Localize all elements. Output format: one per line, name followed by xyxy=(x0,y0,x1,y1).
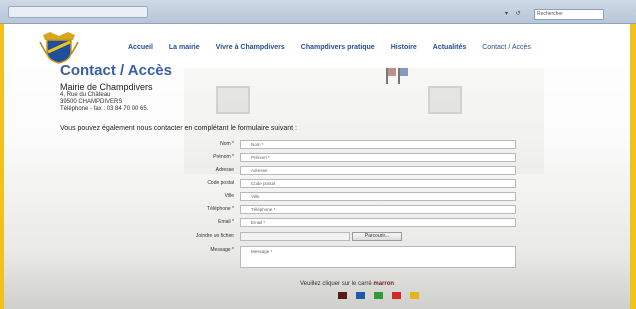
form-row-nom: Nom * Nom * xyxy=(4,140,630,151)
field-label: Adresse xyxy=(215,167,234,173)
file-path-field[interactable] xyxy=(240,232,350,241)
form-row-email: Email * Email * xyxy=(4,218,630,229)
coat-of-arms-icon[interactable] xyxy=(38,30,80,64)
form-row-adresse: Adresse Adresse xyxy=(4,166,630,177)
field-label: Email * xyxy=(218,219,234,225)
flag-icon xyxy=(386,66,396,84)
phone-line: Téléphone - fax : 03 84 70 00 65. xyxy=(60,106,149,112)
message-textarea[interactable]: Message * xyxy=(240,246,516,268)
captcha-swatch[interactable] xyxy=(338,292,347,299)
field-label: Nom * xyxy=(220,141,234,147)
captcha-swatches xyxy=(338,292,419,299)
nav-histoire[interactable]: Histoire xyxy=(391,44,417,56)
email-input[interactable]: Email * xyxy=(240,218,516,227)
captcha-swatch[interactable] xyxy=(410,292,419,299)
field-label: Code postal xyxy=(207,180,234,186)
nav-pratique[interactable]: Champdivers pratique xyxy=(301,44,375,56)
captcha-instruction: Veuillez cliquer sur le carré marron xyxy=(300,281,394,287)
nav-accueil[interactable]: Accueil xyxy=(128,44,153,56)
browser-tab[interactable] xyxy=(8,6,148,18)
form-row-file: Joindre un fichier Parcourir... xyxy=(4,232,630,243)
nav-actualites[interactable]: Actualités xyxy=(433,44,466,56)
captcha-color-word: marron xyxy=(373,281,395,287)
address-line: 39500 CHAMPDIVERS xyxy=(60,99,123,105)
nom-input[interactable]: Nom * xyxy=(240,140,516,149)
captcha-swatch[interactable] xyxy=(374,292,383,299)
background-window xyxy=(428,86,462,114)
ville-input[interactable]: Ville xyxy=(240,192,516,201)
nav-contact[interactable]: Contact / Accès xyxy=(482,44,531,56)
main-nav: Accueil La mairie Vivre à Champdivers Ch… xyxy=(128,44,531,56)
flag-icon xyxy=(398,66,408,84)
form-intro: Vous pouvez également nous contacter en … xyxy=(60,125,297,132)
browser-search-input[interactable]: Rechercher xyxy=(534,9,604,20)
background-window xyxy=(216,86,250,114)
browser-chrome: ▾ ↺ Rechercher xyxy=(0,0,636,24)
form-row-code-postal: Code postal Code postal xyxy=(4,179,630,190)
field-label: Joindre un fichier xyxy=(195,233,234,239)
prenom-input[interactable]: Prénom * xyxy=(240,153,516,162)
field-label: Téléphone * xyxy=(207,206,234,212)
page-title: Contact / Accès xyxy=(60,62,172,79)
browse-button[interactable]: Parcourir... xyxy=(352,232,402,241)
form-row-message: Message * Message * xyxy=(4,246,630,268)
page: Accueil La mairie Vivre à Champdivers Ch… xyxy=(4,24,630,309)
captcha-swatch[interactable] xyxy=(392,292,401,299)
form-row-telephone: Téléphone * Téléphone * xyxy=(4,205,630,216)
address-block: Mairie de Champdivers 4, Rue du Château … xyxy=(60,82,153,113)
field-label: Message * xyxy=(210,247,234,253)
address-line: 4, Rue du Château xyxy=(60,92,111,98)
window-controls[interactable]: ▾ ↺ xyxy=(505,10,531,19)
nav-vivre[interactable]: Vivre à Champdivers xyxy=(216,44,285,56)
telephone-input[interactable]: Téléphone * xyxy=(240,205,516,214)
org-name: Mairie de Champdivers xyxy=(60,82,153,92)
code-postal-input[interactable]: Code postal xyxy=(240,179,516,188)
field-label: Ville xyxy=(224,193,234,199)
field-label: Prénom * xyxy=(213,154,234,160)
form-row-prenom: Prénom * Prénom * xyxy=(4,153,630,164)
captcha-swatch[interactable] xyxy=(356,292,365,299)
nav-la-mairie[interactable]: La mairie xyxy=(169,44,200,56)
captcha-text: Veuillez cliquer sur le carré xyxy=(300,281,372,287)
form-row-ville: Ville Ville xyxy=(4,192,630,203)
adresse-input[interactable]: Adresse xyxy=(240,166,516,175)
